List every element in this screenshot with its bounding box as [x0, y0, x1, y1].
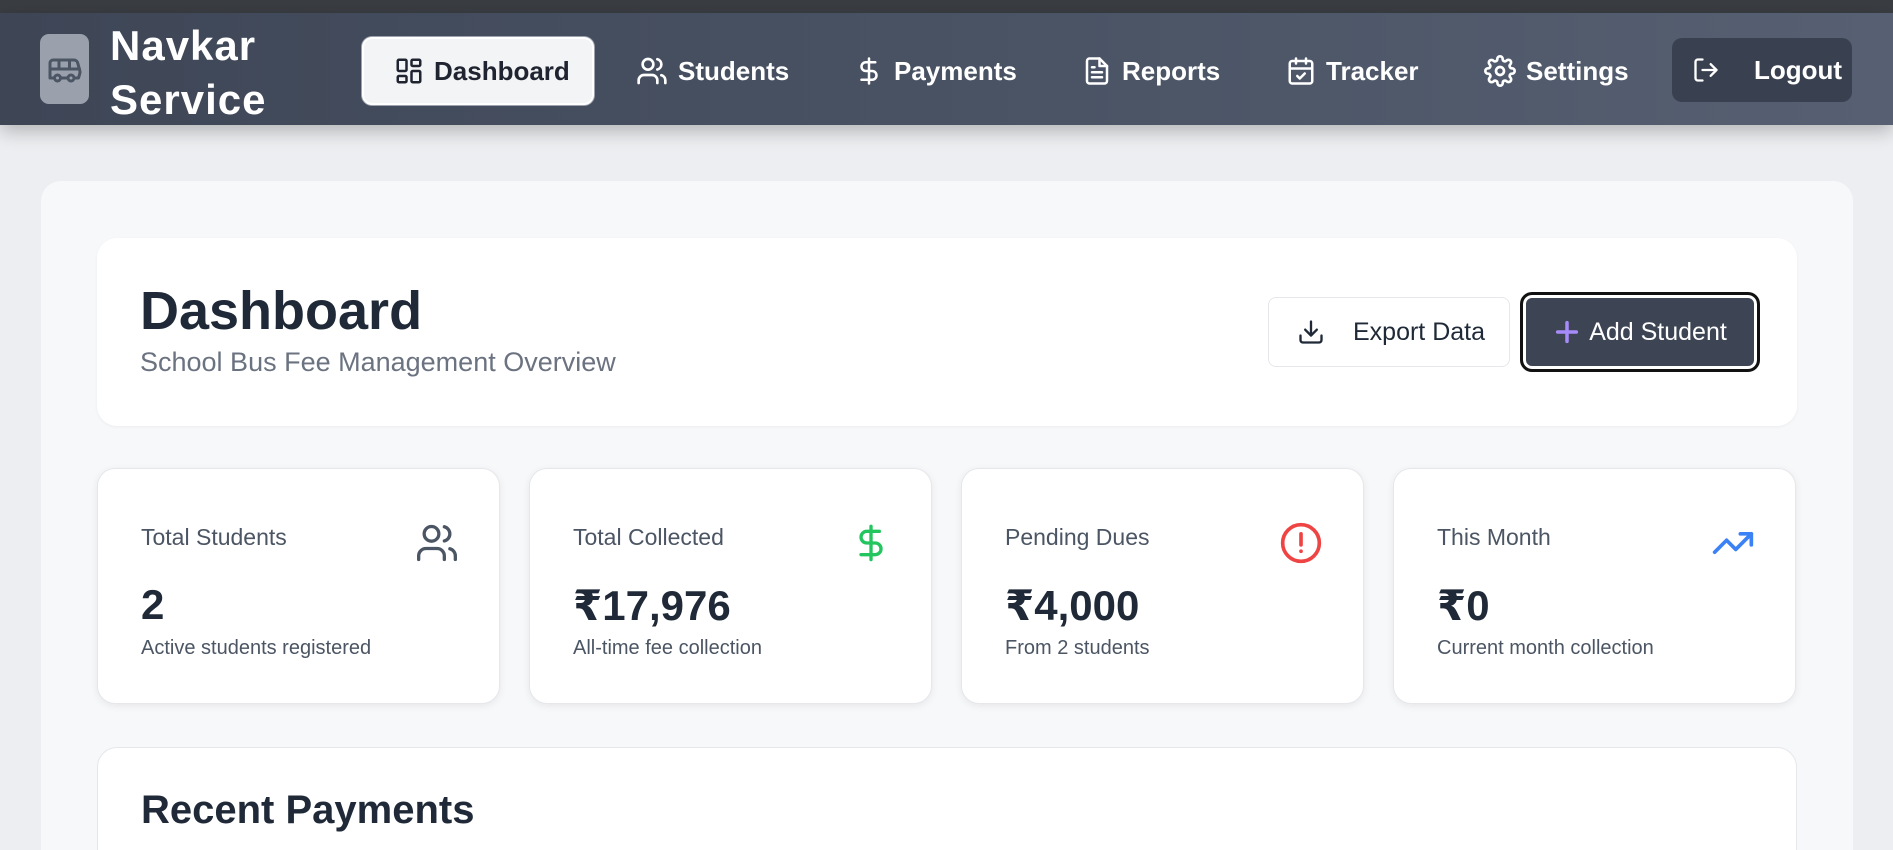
brand-line-2: Service	[110, 76, 267, 123]
stat-label: Total Collected	[573, 524, 724, 550]
page-title: Dashboard	[140, 281, 423, 341]
nav-settings-label: Settings	[1526, 55, 1629, 86]
stat-value: ₹0	[1437, 582, 1490, 629]
nav-tracker[interactable]: Tracker	[1286, 37, 1419, 105]
nav-students[interactable]: Students	[636, 37, 789, 105]
stat-note: Current month collection	[1437, 637, 1654, 659]
dollar-sign-icon	[860, 57, 878, 85]
stat-note: All-time fee collection	[573, 637, 762, 659]
export-data-button[interactable]: Export Data	[1268, 297, 1510, 367]
add-student-label: Add Student	[1589, 317, 1727, 346]
nav-reports[interactable]: Reports	[1082, 37, 1220, 105]
page-subtitle: School Bus Fee Management Overview	[140, 347, 616, 377]
top-navbar: Navkar Service Dashboard Students Paymen…	[0, 13, 1893, 125]
stat-value: ₹17,976	[573, 582, 731, 629]
file-text-icon	[1085, 57, 1109, 85]
dollar-sign-icon	[859, 524, 883, 562]
recent-payments-title: Recent Payments	[141, 788, 475, 832]
logout-label: Logout	[1754, 54, 1843, 85]
add-student-button[interactable]: Add Student	[1520, 292, 1760, 372]
bus-icon	[40, 34, 89, 104]
nav-students-label: Students	[678, 55, 790, 86]
stat-card-total-students: Total Students 2 Active students registe…	[97, 468, 500, 704]
logout-button[interactable]: Logout	[1672, 38, 1852, 102]
stat-card-total-collected: Total Collected ₹17,976 All-time fee col…	[529, 468, 932, 704]
nav-dashboard-label: Dashboard	[434, 55, 570, 86]
nav-tracker-label: Tracker	[1326, 55, 1419, 86]
download-icon	[1299, 320, 1323, 344]
alert-circle-icon	[1280, 522, 1322, 564]
stat-card-this-month: This Month ₹0 Current month collection	[1393, 468, 1796, 704]
stat-label: This Month	[1437, 524, 1551, 550]
users-icon	[637, 57, 667, 85]
nav-dashboard[interactable]: Dashboard	[362, 37, 594, 105]
stat-label: Pending Dues	[1005, 524, 1150, 550]
stat-label: Total Students	[141, 524, 287, 550]
nav-payments-label: Payments	[894, 55, 1017, 86]
log-out-icon	[1694, 58, 1718, 82]
export-data-label: Export Data	[1353, 317, 1486, 346]
nav-reports-label: Reports	[1122, 55, 1221, 86]
layout-dashboard-icon	[396, 58, 422, 84]
browser-top-strip	[0, 0, 1893, 13]
stat-value: 2	[141, 581, 165, 628]
nav-payments[interactable]: Payments	[854, 37, 1017, 105]
brand-line-1: Navkar	[110, 22, 257, 69]
stat-note: From 2 students	[1005, 637, 1150, 659]
recent-payments-card: Recent Payments	[97, 747, 1797, 850]
calendar-check-icon	[1288, 57, 1314, 85]
stat-card-pending-dues: Pending Dues ₹4,000 From 2 students	[961, 468, 1364, 704]
nav-settings[interactable]: Settings	[1484, 37, 1629, 105]
plus-icon	[1556, 320, 1579, 344]
stat-value: ₹4,000	[1005, 582, 1140, 629]
stat-note: Active students registered	[141, 637, 372, 659]
gear-icon	[1484, 55, 1516, 87]
users-icon	[417, 524, 457, 562]
trending-up-icon	[1712, 532, 1754, 554]
brand-name[interactable]: Navkar Service	[110, 19, 330, 127]
